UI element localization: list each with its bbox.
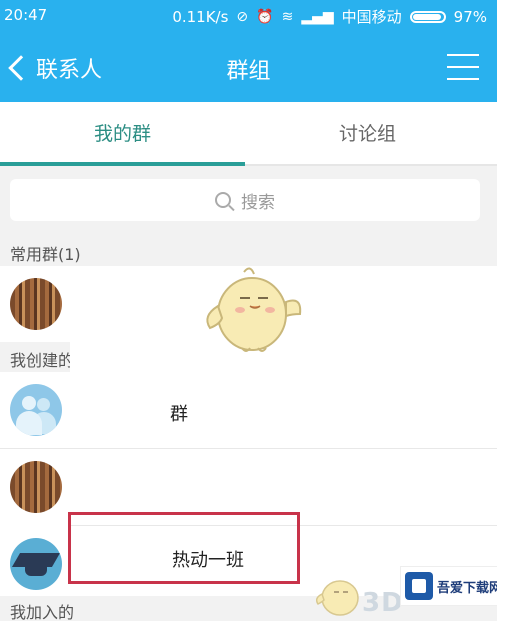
status-right: 0.11K/s ⊘ ⏰ ≋ ▂▄▆ 中国移动 97% [172, 6, 487, 27]
wifi-icon: ≋ [281, 8, 294, 25]
tab-bar: 我的群 讨论组 [0, 102, 497, 166]
search-icon [215, 192, 231, 208]
group-name: 群 [170, 404, 188, 425]
group-avatar [10, 384, 62, 436]
battery-icon [409, 10, 446, 23]
section-label-frequent: 常用群(1) [10, 245, 81, 264]
tab-my-groups[interactable]: 我的群 [0, 102, 245, 166]
battery-percent: 97% [453, 7, 487, 26]
status-time: 20:47 [4, 6, 48, 24]
vibrate-off-icon: ⊘ [236, 8, 249, 25]
right-edge [497, 0, 507, 621]
chick-mascot-small-icon [315, 580, 359, 616]
search-placeholder: 搜索 [241, 192, 275, 213]
group-avatar [10, 461, 62, 513]
section-label-joined: 我加入的 [10, 603, 75, 621]
screen: 20:47 0.11K/s ⊘ ⏰ ≋ ▂▄▆ 中国移动 97% 联系人 群组 … [0, 0, 507, 621]
status-bar: 20:47 0.11K/s ⊘ ⏰ ≋ ▂▄▆ 中国移动 97% [0, 0, 497, 32]
tab-discussion-groups[interactable]: 讨论组 [245, 102, 490, 166]
carrier-name: 中国移动 [341, 8, 402, 26]
watermark-badge: 吾爱下载网 [400, 566, 503, 606]
alarm-icon: ⏰ [256, 8, 274, 25]
nav-bar: 联系人 群组 [0, 32, 497, 102]
search-area: 搜索 [0, 166, 497, 236]
menu-icon[interactable] [447, 54, 479, 80]
list-item[interactable]: 群 [0, 372, 497, 448]
signal-icon: ▂▄▆ [301, 8, 334, 25]
group-avatar [10, 538, 62, 590]
watermark-brand: 吾爱下载网 [437, 580, 503, 596]
page-title: 群组 [226, 59, 271, 84]
network-speed: 0.11K/s [172, 7, 229, 26]
highlight-box [68, 512, 300, 584]
watermark-logo-icon [405, 572, 433, 600]
group-avatar [10, 278, 62, 330]
chick-mascot-icon [206, 267, 302, 352]
section-label-created: 我创建的 [10, 351, 75, 370]
search-input[interactable]: 搜索 [10, 179, 480, 221]
watermark-3d: 3D [362, 588, 404, 618]
